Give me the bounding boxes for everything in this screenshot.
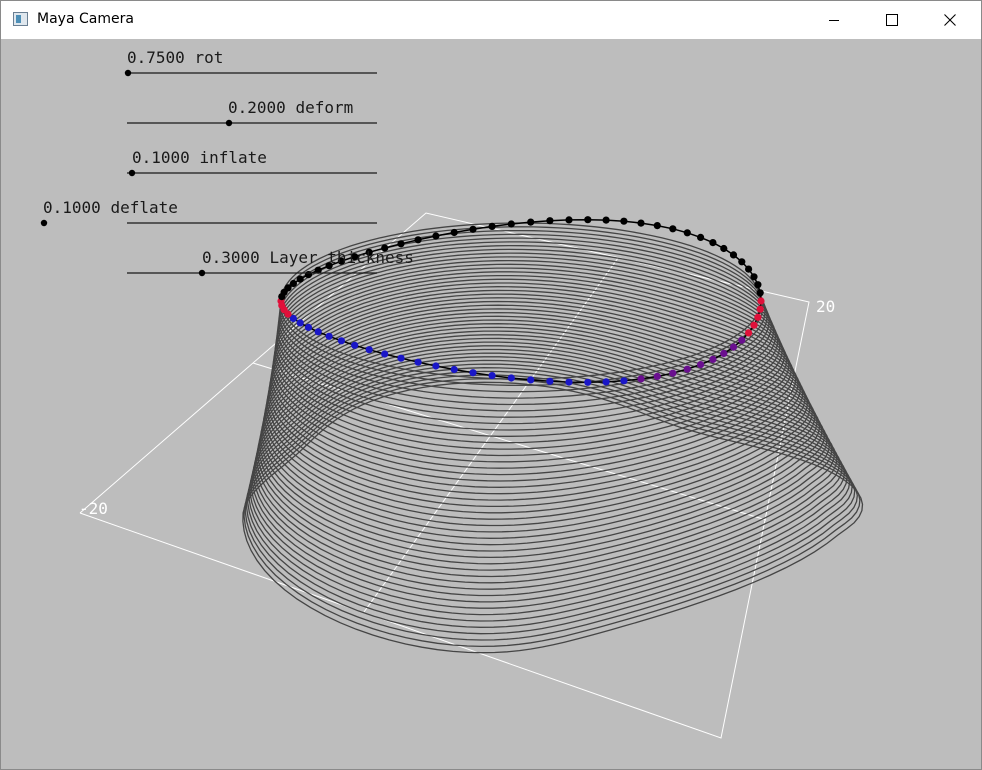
ring-vertex <box>697 361 705 369</box>
ring-vertex <box>729 343 738 351</box>
slider-knob-rot[interactable] <box>124 69 132 77</box>
window-title: Maya Camera <box>37 11 134 27</box>
ring-vertex <box>414 358 422 366</box>
slider-label-deform: deform <box>295 98 354 117</box>
minimize-button[interactable] <box>805 1 863 39</box>
slider-knob-deform[interactable] <box>225 119 233 127</box>
ring-vertex <box>709 355 717 363</box>
ring-vertex <box>296 275 304 283</box>
ring-vertex <box>527 376 535 384</box>
ring-vertex <box>314 328 322 336</box>
ring-vertex <box>397 354 405 362</box>
ring-vertex <box>620 377 628 385</box>
ring-vertex <box>546 217 554 225</box>
ring-vertex <box>637 375 645 383</box>
app-icon <box>13 12 28 26</box>
ring-vertex <box>469 225 477 233</box>
slider-value-inflate: 0.1000 <box>132 148 190 167</box>
ring-vertex <box>414 236 422 244</box>
ring-vertex <box>337 337 345 345</box>
maximize-icon <box>886 14 898 26</box>
slider-knob-inflate[interactable] <box>128 169 136 177</box>
slider-label-rot: rot <box>194 48 224 67</box>
3d-viewport[interactable]: 20 -20 0.7500 rot 0.2000 deform 0.1000 i… <box>1 39 981 769</box>
axis-label-right: 20 <box>816 297 836 316</box>
ring-vertex <box>620 217 628 225</box>
ring-vertex <box>488 222 496 230</box>
ring-vertex <box>745 265 753 273</box>
ring-vertex <box>304 271 313 279</box>
slider-label-layer-thickness: Layer thickness <box>269 248 414 267</box>
ring-vertex <box>289 279 297 288</box>
slider-knob-layer-thickness[interactable] <box>198 269 206 277</box>
slider-value-deflate: 0.1000 <box>43 198 101 217</box>
ring-vertex <box>432 232 440 240</box>
ring-vertex <box>488 372 496 380</box>
ring-vertex <box>325 332 333 340</box>
axis-label-left: -20 <box>79 499 108 518</box>
title-bar[interactable]: Maya Camera <box>1 1 981 39</box>
app-window: Maya Camera 20 -20 0.7500 rot 0.2000 def… <box>0 0 982 770</box>
ring-vertex <box>602 216 610 224</box>
ring-vertex <box>602 378 610 386</box>
slider-knob-deflate[interactable] <box>40 219 48 227</box>
ring-vertex <box>637 219 645 227</box>
ring-vertex <box>365 346 373 354</box>
ring-vertex <box>507 220 515 228</box>
ring-vertex <box>527 218 535 226</box>
ring-vertex <box>584 378 592 386</box>
ring-vertex <box>709 239 717 247</box>
ring-vertex <box>397 240 405 248</box>
mesh-layers <box>242 222 864 654</box>
ring-vertex <box>697 233 705 241</box>
close-icon <box>944 14 956 26</box>
ring-vertex <box>546 377 554 385</box>
ring-vertex <box>450 365 458 374</box>
ring-vertex <box>683 229 691 237</box>
ring-vertex <box>756 289 764 297</box>
ring-vertex <box>756 305 764 313</box>
ring-vertex <box>720 349 728 358</box>
slider-value-rot: 0.7500 <box>127 48 185 67</box>
ring-vertex <box>729 251 738 259</box>
ring-vertex <box>565 216 573 224</box>
ring-vertex <box>669 225 677 233</box>
slider-value-deform: 0.2000 <box>228 98 286 117</box>
ring-vertex <box>653 372 661 380</box>
ring-vertex <box>450 228 458 237</box>
ring-vertex <box>754 281 762 289</box>
ring-vertex <box>720 244 728 253</box>
ring-vertex <box>750 321 758 329</box>
ring-vertex <box>296 319 304 327</box>
slider-label-deflate: deflate <box>110 198 178 217</box>
ring-vertex <box>738 336 746 344</box>
ring-vertex <box>683 365 691 373</box>
ring-vertex <box>381 350 389 358</box>
ring-vertex <box>432 362 440 370</box>
ring-vertex <box>754 313 762 321</box>
ring-vertex <box>469 369 477 377</box>
ring-vertex <box>750 273 758 281</box>
ring-vertex <box>304 323 313 331</box>
ring-vertex <box>745 329 753 337</box>
ring-vertex <box>584 216 592 224</box>
ring-vertex <box>351 341 359 349</box>
ring-vertex <box>669 369 677 377</box>
ring-vertex <box>565 378 573 386</box>
ring-vertex <box>653 222 661 230</box>
ring-vertex <box>738 258 746 266</box>
slider-label-inflate: inflate <box>199 148 267 167</box>
ring-vertex <box>507 374 515 382</box>
maximize-button[interactable] <box>863 1 921 39</box>
slider-value-layer-thickness: 0.3000 <box>202 248 260 267</box>
minimize-icon <box>829 20 839 21</box>
ring-vertex <box>757 297 765 305</box>
close-button[interactable] <box>921 1 979 39</box>
